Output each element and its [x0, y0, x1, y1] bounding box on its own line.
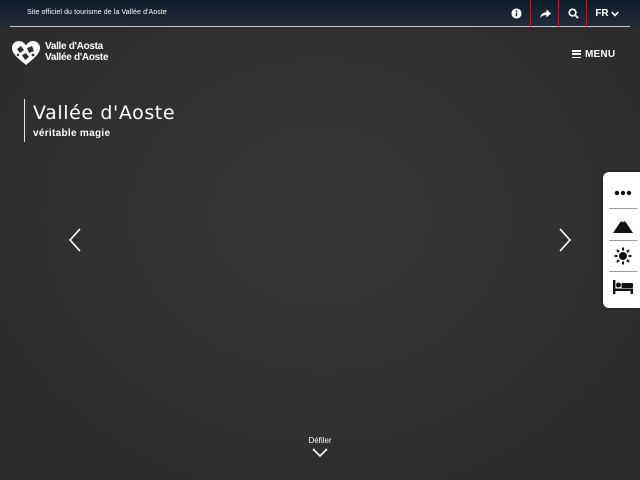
menu-label: MENU	[585, 48, 616, 60]
language-selector[interactable]: FR	[586, 0, 627, 27]
info-icon	[510, 8, 522, 19]
info-button[interactable]	[502, 0, 530, 27]
language-label: FR	[595, 8, 609, 19]
carousel-prev-button[interactable]	[68, 228, 82, 252]
share-button[interactable]	[530, 0, 559, 27]
mountain-button[interactable]	[609, 210, 637, 240]
search-button[interactable]	[558, 0, 587, 27]
carousel-next-button[interactable]	[558, 228, 572, 252]
menu-button[interactable]: MENU	[572, 47, 615, 61]
hero-subtitle: véritable magie	[33, 128, 111, 139]
panel-divider	[609, 208, 637, 209]
site-logo[interactable]: Valle d'Aosta Vallée d'Aoste	[11, 40, 111, 66]
scroll-label: Défiler	[308, 436, 332, 445]
more-icon	[614, 190, 632, 196]
logo-line-2: Vallée d'Aoste	[45, 52, 109, 63]
search-icon	[567, 8, 579, 19]
share-icon	[539, 8, 551, 18]
heart-logo-icon	[12, 41, 40, 65]
chevron-down-icon	[610, 10, 619, 17]
chevron-down-icon	[312, 448, 328, 458]
hero-title-block: Vallée d'Aoste véritable magie	[24, 99, 175, 142]
hamburger-icon	[572, 50, 581, 58]
sun-icon	[614, 247, 632, 265]
accommodation-button[interactable]	[609, 272, 637, 302]
mountain-icon	[613, 218, 633, 233]
more-button[interactable]	[609, 178, 637, 208]
hero-title: Vallée d'Aoste	[33, 102, 176, 124]
scroll-down-button[interactable]: Défiler	[300, 436, 340, 458]
hero-background	[0, 0, 640, 480]
logo-line-1: Valle d'Aosta	[45, 41, 103, 52]
site-tagline: Site officiel du tourisme de la Vallée d…	[27, 9, 167, 16]
quick-access-panel	[603, 172, 640, 308]
logo-wordmark: Valle d'Aosta Vallée d'Aoste	[45, 41, 109, 63]
sun-button[interactable]	[609, 241, 637, 271]
bed-icon	[613, 280, 633, 294]
